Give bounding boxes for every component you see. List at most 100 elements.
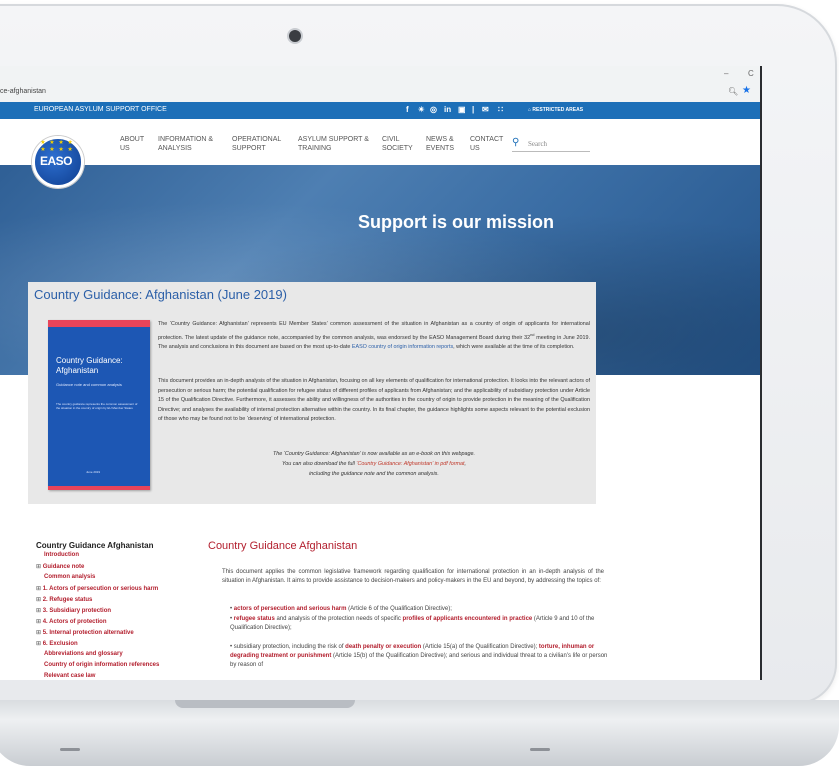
eu-stars-icon: ★ ★ ★ ★ ★ ★ ★ ★ xyxy=(40,140,74,153)
logo-text: EASO xyxy=(40,154,73,168)
instagram-icon[interactable]: ◎ xyxy=(430,105,437,114)
nav-contact[interactable]: CONTACT US xyxy=(470,135,503,153)
sidebar-item-coi-references[interactable]: Country of origin information references xyxy=(44,662,159,668)
nav-news[interactable]: NEWS & EVENTS xyxy=(426,135,454,153)
nav-label: CIVIL xyxy=(382,136,400,143)
nav-civil-society[interactable]: CIVIL SOCIETY xyxy=(382,135,413,153)
download-text: , xyxy=(464,461,467,467)
cover-stripe xyxy=(48,320,150,327)
nav-label: ASYLUM SUPPORT & xyxy=(298,136,369,143)
expand-icon[interactable]: ⊞ xyxy=(36,630,43,636)
sidebar-item-label: Common analysis xyxy=(44,574,96,580)
expand-icon[interactable]: ⊞ xyxy=(36,619,43,625)
download-text: You can also download the full xyxy=(281,461,357,467)
search-icon[interactable]: ⚲ xyxy=(512,137,519,148)
guidance-paragraph-2: This document provides an in-depth analy… xyxy=(158,378,590,423)
sidebar-item-refugee-status[interactable]: ⊞ 2. Refugee status xyxy=(36,596,92,603)
paragraph-text: , which were available at the time of it… xyxy=(453,343,575,350)
sidebar-item-actors-protection[interactable]: ⊞ 4. Actors of protection xyxy=(36,618,107,625)
nav-label: NEWS & xyxy=(426,136,454,143)
nav-label: US xyxy=(470,145,480,152)
easo-logo[interactable]: ★ ★ ★ ★ ★ ★ ★ ★ EASO xyxy=(32,136,84,188)
expand-icon[interactable]: ⊞ xyxy=(36,586,43,592)
zoom-icon[interactable]: 🔍︎ xyxy=(728,87,738,96)
search-box[interactable]: ⚲ Search xyxy=(512,137,590,152)
cover-date: June 2019 xyxy=(86,470,101,474)
expand-icon[interactable]: ⊞ xyxy=(36,597,43,603)
sidebar-item-label: Guidance note xyxy=(42,564,85,570)
nav-label: SUPPORT xyxy=(232,145,266,152)
ebook-note: The ‘Country Guidance: Afghanistan’ is n… xyxy=(272,451,476,457)
twitter-icon[interactable]: ✴ xyxy=(418,105,425,114)
expand-icon[interactable]: ⊞ xyxy=(36,608,43,614)
list-text: (Article 6 of the Qualification Directiv… xyxy=(346,606,452,612)
nav-operational[interactable]: OPERATIONAL SUPPORT xyxy=(232,135,281,153)
nav-label: SOCIETY xyxy=(382,145,413,152)
youtube-icon[interactable]: ▣ xyxy=(458,105,466,114)
nav-label: US xyxy=(120,145,130,152)
sidebar-item-common-analysis[interactable]: Common analysis xyxy=(44,574,95,580)
linkedin-icon[interactable]: in xyxy=(444,105,451,114)
camera-icon xyxy=(289,30,301,42)
highlight-text[interactable]: refugee status xyxy=(234,616,275,622)
restore-button[interactable]: C xyxy=(748,69,754,78)
guidance-paragraph-1: The ‘Country Guidance: Afghanistan’ repr… xyxy=(158,320,590,353)
sidebar-item-exclusion[interactable]: ⊞ 6. Exclusion xyxy=(36,640,78,647)
sidebar-item-label: 5. Internal protection alternative xyxy=(42,630,134,636)
sidebar-item-internal-protection[interactable]: ⊞ 5. Internal protection alternative xyxy=(36,629,134,636)
coi-reports-link[interactable]: EASO country of origin information repor… xyxy=(352,344,453,350)
nav-label: INFORMATION & xyxy=(158,136,214,143)
cover-title: Country Guidance: Afghanistan xyxy=(56,356,123,376)
highlight-text[interactable]: actors of persecution and serious harm xyxy=(234,606,347,612)
browser-toolbar: – C ce-afghanistan 🔍︎ ★ xyxy=(0,66,760,102)
nav-label: ANALYSIS xyxy=(158,145,192,152)
expand-icon[interactable]: ⊞ xyxy=(36,564,43,570)
nav-about[interactable]: ABOUT US xyxy=(120,135,144,153)
sidebar-item-case-law[interactable]: Relevant case law xyxy=(44,673,95,679)
sidebar-item-guidance-note[interactable]: ⊞ Guidance note xyxy=(36,563,84,570)
list-text: subsidiary protection, including the ris… xyxy=(233,644,346,650)
sidebar-item-label: Abbreviations and glossary xyxy=(44,651,123,657)
sidebar-item-label: 3. Subsidiary protection xyxy=(42,608,112,614)
highlight-text[interactable]: profiles of applicants encountered in pr… xyxy=(403,616,533,622)
nav-asylum-support[interactable]: ASYLUM SUPPORT & TRAINING xyxy=(298,135,369,153)
cover-title-line: Country Guidance: xyxy=(56,356,123,365)
facebook-icon[interactable]: f xyxy=(406,105,409,114)
nav-label: CONTACT xyxy=(470,136,504,143)
highlight-text[interactable]: death penalty or execution xyxy=(345,644,421,650)
list-text: and analysis of the protection needs of … xyxy=(274,616,403,622)
email-icon[interactable]: ✉ xyxy=(482,105,489,114)
nav-label: OPERATIONAL xyxy=(232,136,282,143)
top-bar: EUROPEAN ASYLUM SUPPORT OFFICE f ✴ ◎ in … xyxy=(0,102,760,119)
sidebar-item-actors-persecution[interactable]: ⊞ 1. Actors of persecution or serious ha… xyxy=(36,585,158,592)
divider: | xyxy=(472,105,475,114)
hero-title: Support is our mission xyxy=(358,212,555,232)
nav-information[interactable]: INFORMATION & ANALYSIS xyxy=(158,135,213,153)
search-input[interactable]: Search xyxy=(528,140,547,148)
download-note-2: including the guidance note and the comm… xyxy=(309,471,439,477)
star-icon[interactable]: ★ xyxy=(742,85,751,96)
minimize-button[interactable]: – xyxy=(724,69,728,78)
office-name[interactable]: EUROPEAN ASYLUM SUPPORT OFFICE xyxy=(34,106,167,113)
sidebar-item-label: Introduction xyxy=(44,552,79,558)
cover-subtitle: Guidance note and common analysis xyxy=(56,382,122,387)
guidance-title: Country Guidance: Afghanistan (June 2019… xyxy=(34,287,287,302)
restricted-areas-link[interactable]: ⌂ RESTRICTED AREAS xyxy=(528,107,583,113)
address-bar[interactable]: ce-afghanistan xyxy=(0,88,46,95)
rss-icon[interactable]: ∷ xyxy=(498,105,503,114)
main-title: Country Guidance Afghanistan xyxy=(208,540,358,552)
sidebar-item-abbreviations[interactable]: Abbreviations and glossary xyxy=(44,651,123,657)
sidebar-item-label: 2. Refugee status xyxy=(42,597,93,603)
sidebar-item-introduction[interactable]: Introduction xyxy=(44,552,79,558)
laptop-base xyxy=(0,700,839,766)
pdf-download-link[interactable]: ‘Country Guidance: Afghanistan’ in pdf f… xyxy=(356,461,464,467)
laptop-hinge xyxy=(175,700,355,708)
expand-icon[interactable]: ⊞ xyxy=(36,641,43,647)
nav-label: ABOUT xyxy=(120,136,145,143)
list-item: • actors of persecution and serious harm… xyxy=(230,606,452,612)
sidebar-item-subsidiary-protection[interactable]: ⊞ 3. Subsidiary protection xyxy=(36,607,111,614)
cover-image[interactable]: Country Guidance: Afghanistan Guidance no… xyxy=(48,320,150,490)
list-text: (Article 15(a) of the Qualification Dire… xyxy=(421,644,539,650)
main-intro: This document applies the common legisla… xyxy=(222,569,604,584)
sidebar-item-label: 1. Actors of persecution or serious harm xyxy=(42,586,159,592)
